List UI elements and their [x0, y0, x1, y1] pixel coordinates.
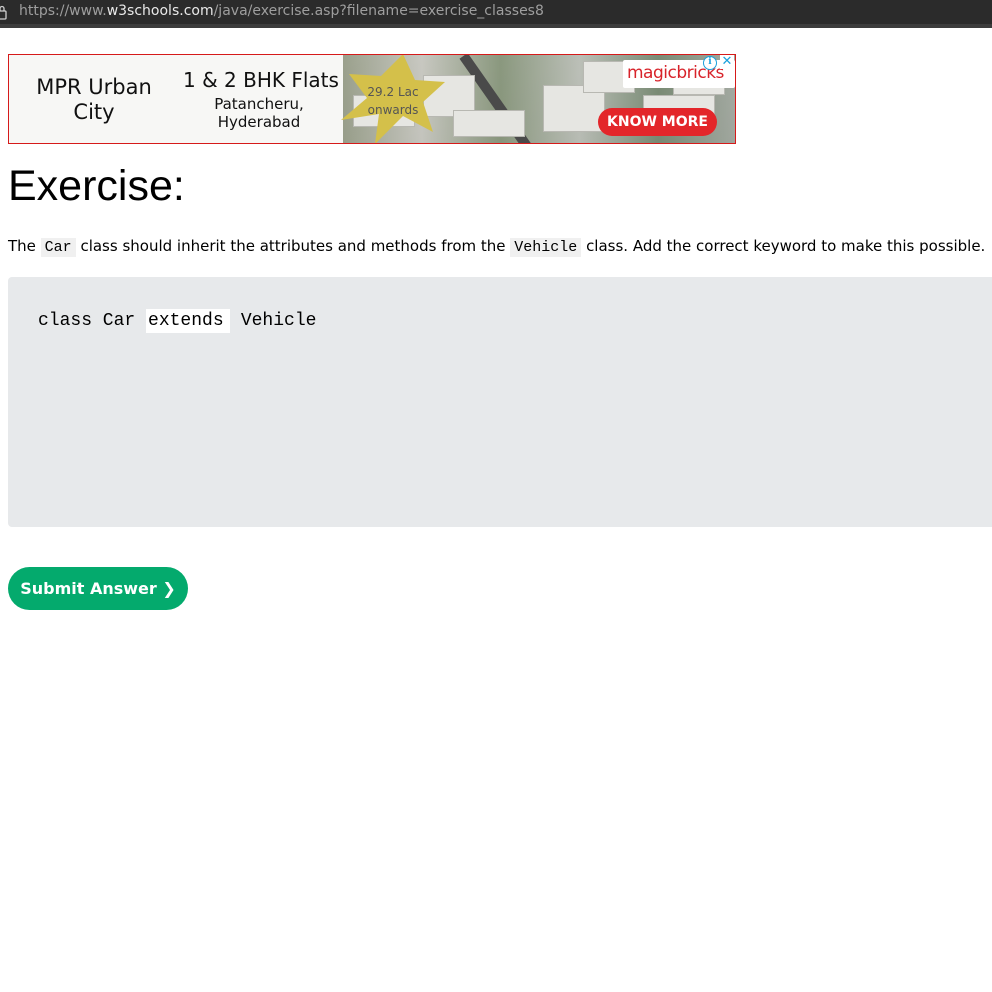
- answer-input[interactable]: [146, 309, 231, 333]
- code-before: class Car: [38, 311, 147, 331]
- lock-icon: [0, 5, 7, 20]
- instructions-text: class should inherit the attributes and …: [75, 237, 511, 255]
- submit-answer-button[interactable]: Submit Answer ❯: [8, 567, 188, 610]
- ad-brand: MPR Urban City: [36, 75, 152, 124]
- magicbricks-logo: magicbricks: [623, 60, 735, 88]
- url-host: w3schools.com: [106, 3, 214, 19]
- url-path: /java/exercise.asp?filename=exercise_cla…: [213, 3, 544, 19]
- inline-code-vehicle: Vehicle: [510, 238, 582, 257]
- code-after: Vehicle: [230, 311, 317, 331]
- url-scheme: https://www.: [19, 3, 107, 19]
- ad-headline: 1 & 2 BHK Flats: [183, 68, 339, 92]
- exercise-instructions: The Car class should inherit the attribu…: [8, 235, 992, 259]
- instructions-text: The: [8, 237, 41, 255]
- code-editor: class Car Vehicle: [8, 277, 992, 527]
- ad-banner[interactable]: MPR Urban City 1 & 2 BHK Flats Patancher…: [8, 54, 736, 144]
- ad-location: Patancheru, Hyderabad: [214, 95, 304, 131]
- code-line: class Car Vehicle: [38, 309, 316, 333]
- inline-code-car: Car: [40, 238, 76, 257]
- browser-url-bar[interactable]: https://www.w3schools.com/java/exercise.…: [0, 0, 992, 28]
- know-more-button[interactable]: KNOW MORE: [598, 108, 717, 136]
- instructions-text: class. Add the correct keyword to make t…: [581, 237, 986, 255]
- ad-price: 29.2 Lac onwards: [367, 85, 419, 117]
- url-text[interactable]: https://www.w3schools.com/java/exercise.…: [19, 3, 544, 19]
- ad-close-icon[interactable]: ✕: [720, 55, 734, 69]
- ad-info-icon[interactable]: i: [703, 56, 717, 70]
- page-title: Exercise:: [8, 162, 185, 210]
